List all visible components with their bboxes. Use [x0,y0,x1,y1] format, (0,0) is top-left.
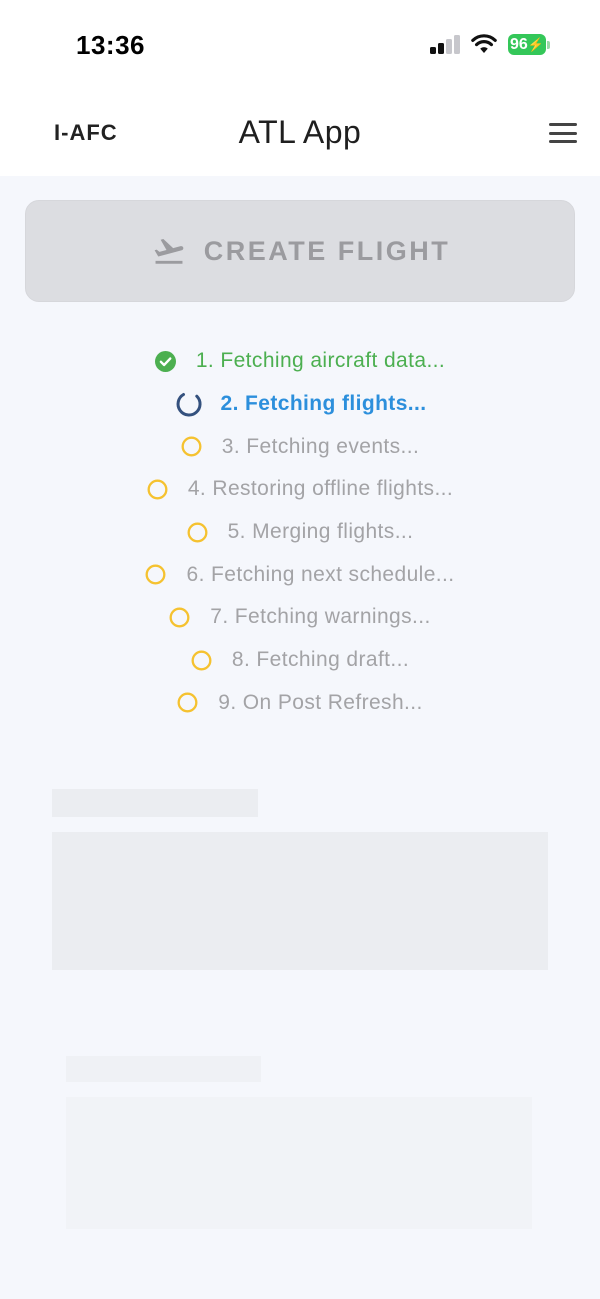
pending-circle-icon [177,692,198,713]
loading-step-label: 1. Fetching aircraft data... [195,349,446,373]
skeleton-card-placeholder-faded [66,1097,532,1229]
pending-circle-icon [191,650,212,671]
hamburger-menu-icon[interactable] [549,123,577,143]
loading-step: 7. Fetching warnings... [0,596,600,639]
loading-step: 1. Fetching aircraft data... [0,340,600,383]
loading-step-label: 5. Merging flights... [227,520,414,544]
check-circle-icon [154,350,176,372]
app-title: ATL App [238,114,362,150]
loading-step-label: 6. Fetching next schedule... [186,562,455,586]
pending-circle-icon [146,564,166,585]
app-header: I-AFC ATL App [0,90,600,176]
loading-step-label: 3. Fetching events... [221,434,420,458]
airplane-takeoff-icon [154,239,184,264]
loading-step: 6. Fetching next schedule... [0,553,600,596]
loading-step: 2. Fetching flights... [0,383,600,426]
loading-step: 4. Restoring offline flights... [0,468,600,511]
status-bar: 13:36 96 ⚡ [0,0,600,90]
loading-step-label: 7. Fetching warnings... [210,605,431,629]
loading-step: 5. Merging flights... [0,511,600,554]
cellular-signal-icon [430,35,460,54]
loading-step: 8. Fetching draft... [0,639,600,682]
loading-step: 3. Fetching events... [0,425,600,468]
loading-steps-list: 1. Fetching aircraft data... 2. Fetching … [0,340,600,724]
pending-circle-icon [181,436,202,457]
loading-step-label: 4. Restoring offline flights... [187,477,454,501]
create-flight-label: CREATE FLIGHT [203,235,451,266]
wifi-icon [471,34,497,53]
loading-step-label: 2. Fetching flights... [220,392,427,416]
loading-step-label: 9. On Post Refresh... [218,690,423,714]
loading-step-label: 8. Fetching draft... [231,648,410,672]
battery-level: 96 [510,35,528,53]
skeleton-title-placeholder-faded [66,1056,261,1082]
pending-circle-icon [169,607,190,628]
skeleton-title-placeholder [52,789,258,817]
loading-step: 9. On Post Refresh... [0,682,600,725]
pending-circle-icon [187,522,208,543]
status-time: 13:36 [76,30,145,60]
create-flight-button[interactable]: CREATE FLIGHT [25,200,575,302]
loading-spinner-icon [176,393,202,417]
battery-icon: 96 ⚡ [508,34,550,56]
skeleton-card-placeholder [52,832,548,970]
pending-circle-icon [147,479,168,500]
